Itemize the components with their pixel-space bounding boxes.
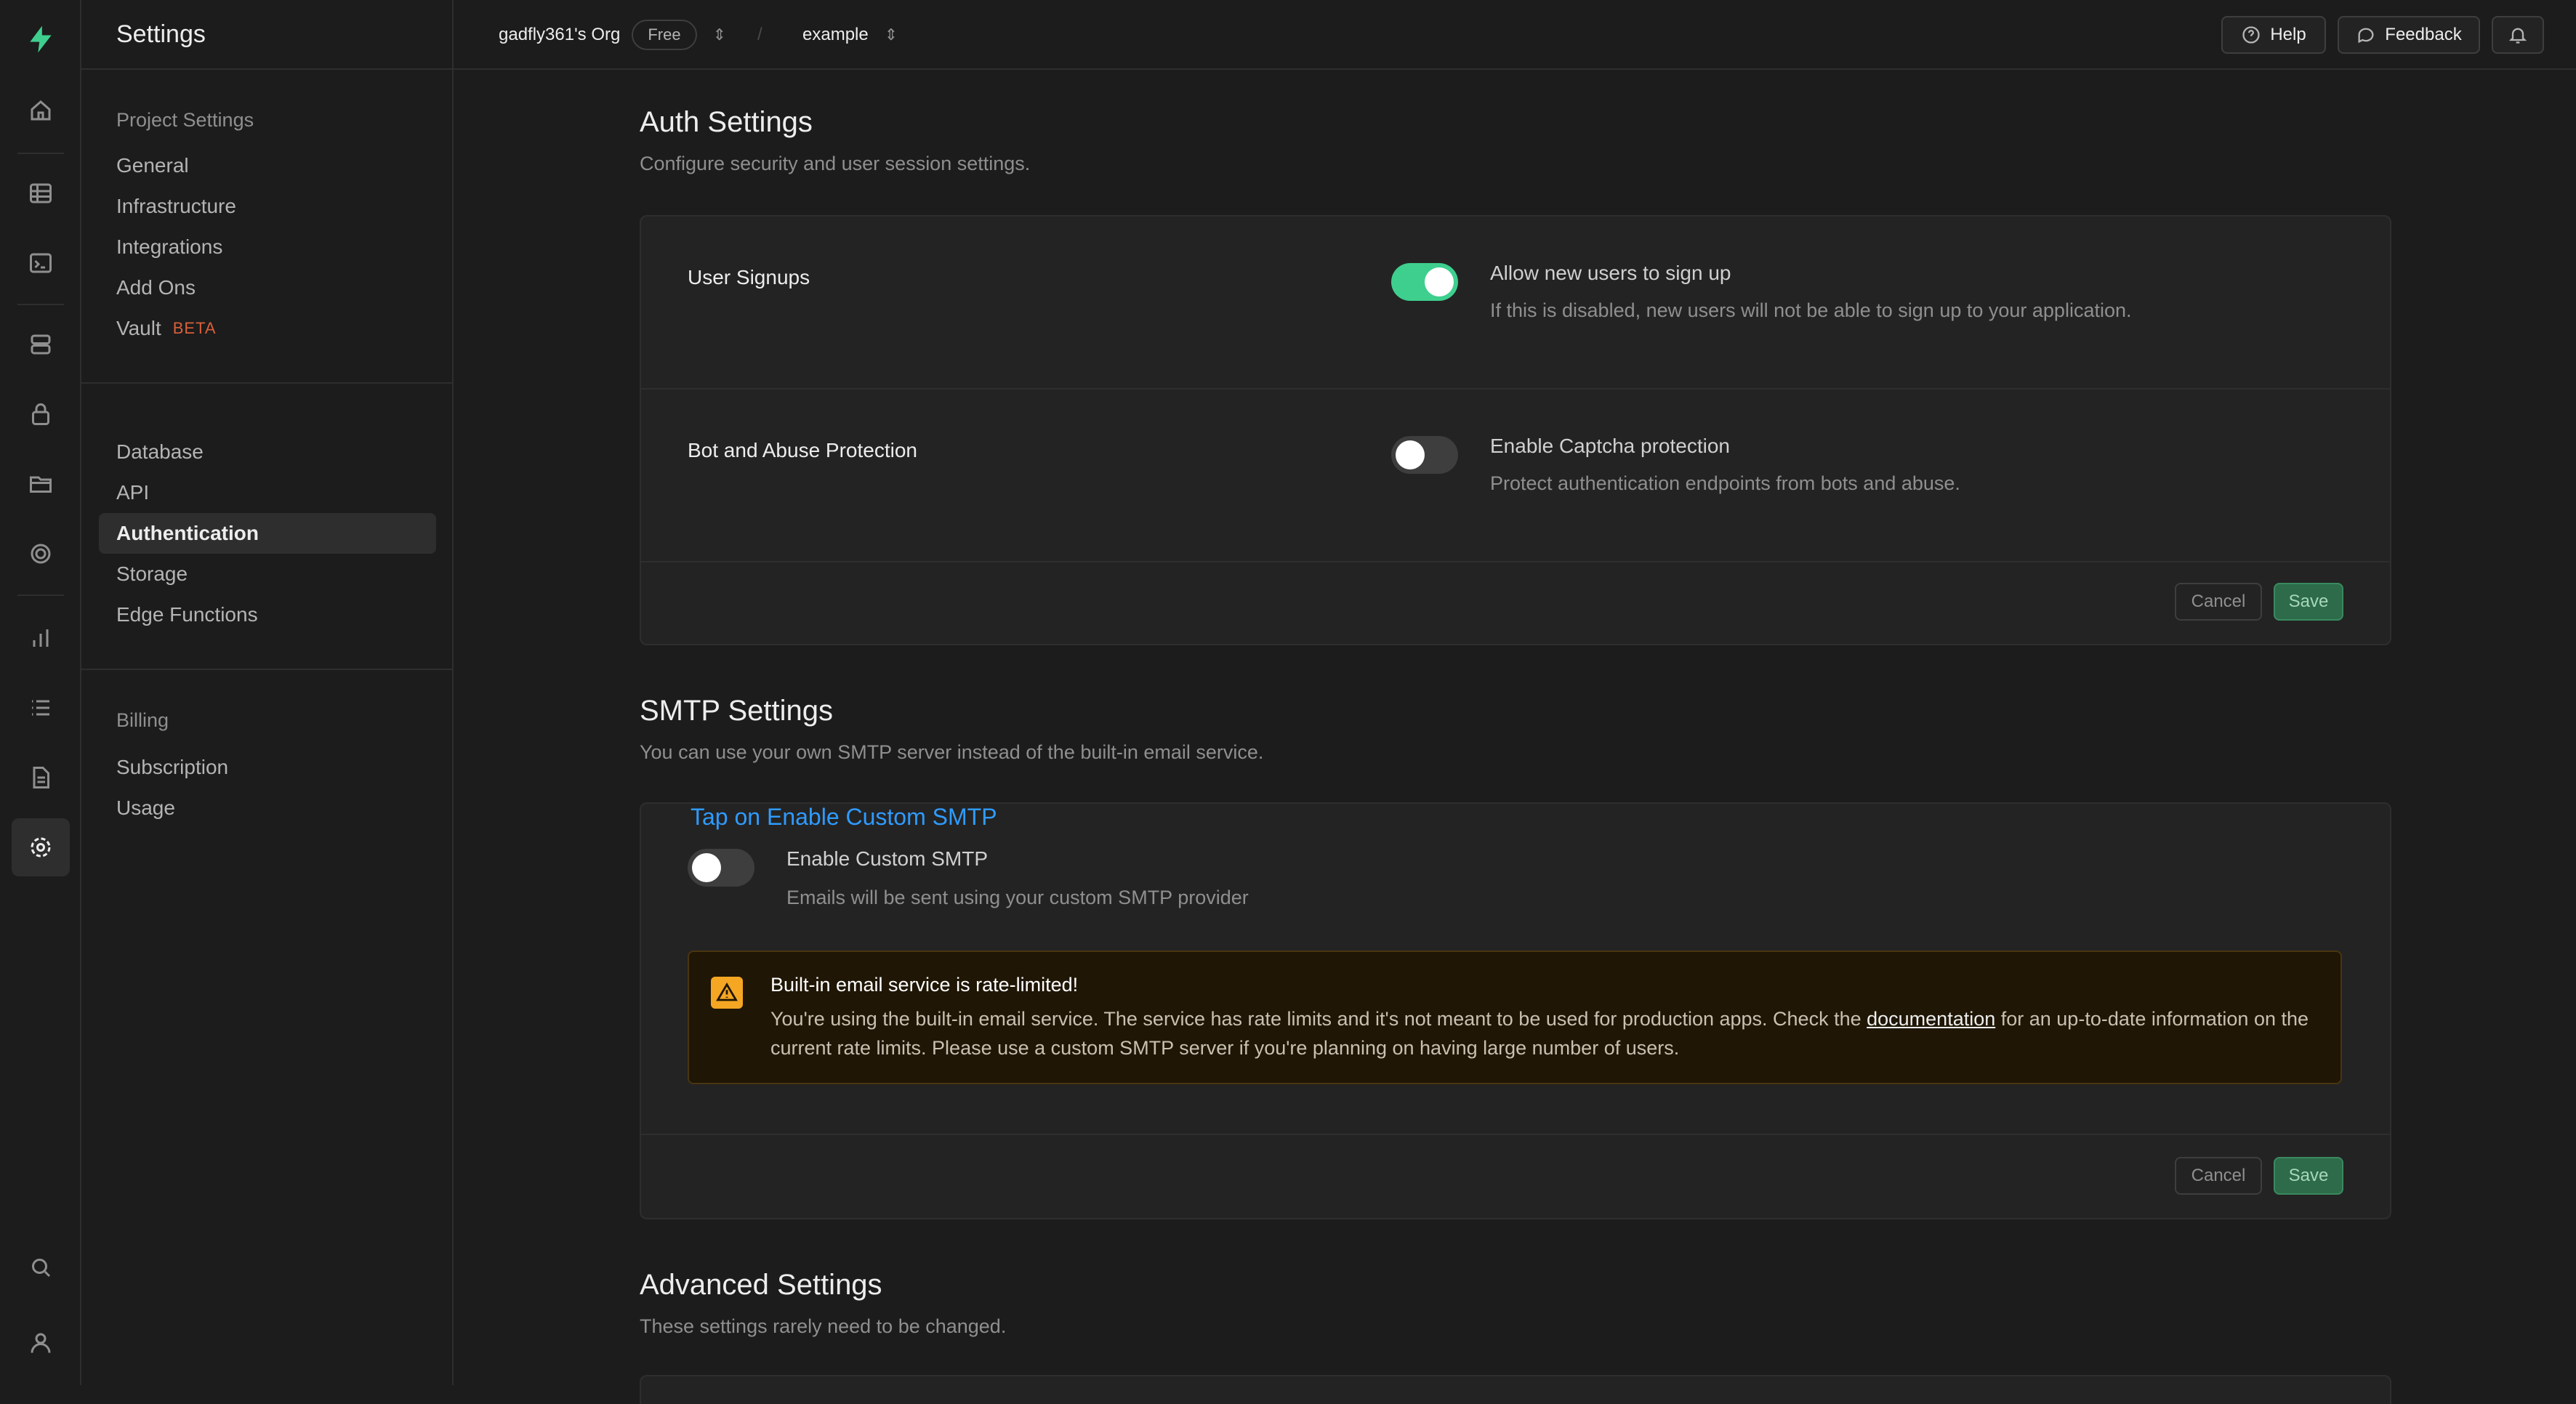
smtp-settings-subtitle: You can use your own SMTP server instead… (640, 741, 1264, 763)
sidebar-item-edge-functions[interactable]: Edge Functions (99, 594, 436, 635)
rail-divider (17, 304, 64, 305)
user-signups-label: User Signups (688, 266, 810, 289)
advanced-settings-subtitle: These settings rarely need to be changed… (640, 1315, 1007, 1337)
beta-badge: BETA (172, 319, 217, 337)
feedback-button[interactable]: Feedback (2338, 16, 2480, 54)
home-icon[interactable] (12, 81, 70, 140)
breadcrumb-separator: / (757, 25, 762, 44)
rate-limit-warning: Built-in email service is rate-limited! … (688, 951, 2342, 1084)
sidebar-item-vault[interactable]: Vault BETA (99, 308, 436, 349)
storage-icon[interactable] (12, 455, 70, 513)
smtp-save-button[interactable]: Save (2274, 1157, 2343, 1195)
user-signups-description: If this is disabled, new users will not … (1490, 299, 2132, 321)
help-circle-icon (2242, 26, 2260, 44)
nav-divider (81, 382, 452, 384)
chevron-updown-icon: ⇕ (712, 25, 727, 44)
captcha-toggle[interactable] (1391, 436, 1458, 474)
captcha-heading: Enable Captcha protection (1490, 435, 1730, 457)
tap-hint-text: Tap on Enable Custom SMTP (691, 804, 997, 830)
top-bar: gadfly361's Org Free ⇕ / example ⇕ Help … (454, 0, 2576, 70)
warning-body: You're using the built-in email service.… (770, 1004, 2326, 1062)
rail-divider (17, 153, 64, 154)
user-signups-toggle[interactable] (1391, 263, 1458, 301)
help-button[interactable]: Help (2221, 16, 2326, 54)
warning-triangle-icon (711, 977, 743, 1009)
logo-icon[interactable] (12, 10, 70, 68)
smtp-settings-card: Tap on Enable Custom SMTP Enable Custom … (640, 802, 2391, 1219)
chevron-updown-icon: ⇕ (884, 25, 898, 44)
warning-title: Built-in email service is rate-limited! (770, 974, 1079, 996)
chat-bubble-icon (2358, 28, 2374, 44)
logs-icon[interactable] (12, 679, 70, 737)
custom-smtp-heading: Enable Custom SMTP (786, 847, 988, 870)
auth-settings-card: User Signups Allow new users to sign up … (640, 215, 2391, 645)
sidebar-item-authentication[interactable]: Authentication (99, 513, 436, 554)
project-switcher[interactable]: example ⇕ (802, 0, 898, 70)
search-icon[interactable] (12, 1238, 70, 1296)
org-switcher[interactable]: gadfly361's Org Free ⇕ (499, 0, 726, 70)
nav-divider (81, 669, 452, 670)
notifications-button[interactable] (2492, 16, 2544, 54)
smtp-settings-title: SMTP Settings (640, 695, 834, 727)
row-divider (641, 1134, 2390, 1135)
database-icon[interactable] (12, 315, 70, 374)
table-editor-icon[interactable] (12, 164, 70, 222)
row-divider (641, 388, 2390, 390)
sidenav-title: Settings (81, 0, 452, 70)
row-divider (641, 561, 2390, 562)
nav-group-title-billing: Billing (116, 709, 169, 731)
settings-sidenav: Settings Project Settings General Infras… (81, 0, 454, 1385)
plan-badge: Free (632, 20, 697, 50)
auth-settings-subtitle: Configure security and user session sett… (640, 153, 1031, 174)
rail-divider (17, 594, 64, 596)
nav-group-title-project-settings: Project Settings (116, 109, 254, 131)
sidebar-item-general[interactable]: General (99, 145, 436, 186)
sidebar-item-database[interactable]: Database (99, 432, 436, 472)
bot-protection-label: Bot and Abuse Protection (688, 439, 917, 461)
user-icon[interactable] (12, 1314, 70, 1372)
edge-functions-icon[interactable] (12, 525, 70, 583)
sidebar-item-usage[interactable]: Usage (99, 788, 436, 828)
sql-editor-icon[interactable] (12, 234, 70, 292)
project-name: example (802, 25, 869, 44)
advanced-settings-title: Advanced Settings (640, 1269, 882, 1301)
org-name: gadfly361's Org (499, 25, 621, 44)
help-label: Help (2270, 25, 2306, 44)
reports-icon[interactable] (12, 609, 70, 667)
sidebar-item-label: Vault (116, 317, 161, 339)
auth-cancel-button[interactable]: Cancel (2175, 583, 2262, 621)
sidebar-item-storage[interactable]: Storage (99, 554, 436, 594)
custom-smtp-description: Emails will be sent using your custom SM… (786, 887, 1249, 908)
main-content: Auth Settings Configure security and use… (454, 70, 2576, 1404)
docs-icon[interactable] (12, 749, 70, 807)
sidebar-item-integrations[interactable]: Integrations (99, 227, 436, 267)
advanced-settings-card (640, 1375, 2391, 1404)
captcha-description: Protect authentication endpoints from bo… (1490, 472, 1960, 494)
smtp-cancel-button[interactable]: Cancel (2175, 1157, 2262, 1195)
icon-rail (0, 0, 81, 1385)
bell-icon (2508, 28, 2527, 44)
warning-triangle-glyph (716, 983, 738, 1001)
sidebar-item-subscription[interactable]: Subscription (99, 747, 436, 788)
sidebar-item-infrastructure[interactable]: Infrastructure (99, 186, 436, 227)
settings-gear-icon[interactable] (12, 818, 70, 876)
documentation-link[interactable]: documentation (1867, 1008, 1995, 1030)
auth-settings-title: Auth Settings (640, 106, 813, 138)
sidebar-item-api[interactable]: API (99, 472, 436, 513)
warning-body-text: You're using the built-in email service.… (770, 1008, 1867, 1030)
auth-save-button[interactable]: Save (2274, 583, 2343, 621)
custom-smtp-toggle[interactable] (688, 849, 754, 887)
feedback-label: Feedback (2385, 25, 2462, 44)
auth-lock-icon[interactable] (12, 385, 70, 443)
user-signups-heading: Allow new users to sign up (1490, 262, 1731, 284)
sidebar-item-add-ons[interactable]: Add Ons (99, 267, 436, 308)
